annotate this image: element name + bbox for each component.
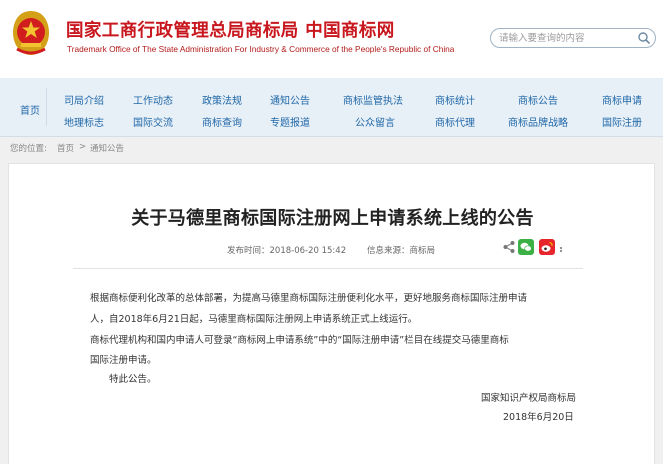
- article-date: 2018年6月20日: [503, 412, 574, 423]
- nav-item-policies[interactable]: 政策法规: [202, 92, 242, 107]
- article-title: 关于马德里商标国际注册网上申请系统上线的公告: [131, 208, 534, 229]
- article-paragraph: 根据商标便利化改革的总体部署，为提高马德里商标国际注册便利化水平，更好地服务商标…: [90, 293, 528, 304]
- info-source: 信息来源：商标局: [367, 246, 436, 256]
- nav-item-intl-registration[interactable]: 国际注册: [602, 114, 642, 129]
- share-icon[interactable]: [501, 239, 517, 255]
- breadcrumb-home-link[interactable]: 首页: [57, 142, 74, 154]
- breadcrumb-label: 您的位置:: [10, 144, 47, 154]
- site-subtitle: Trademark Office of The State Administra…: [67, 44, 455, 54]
- article-paragraph: 国际注册申请。: [90, 355, 157, 366]
- search-input[interactable]: [499, 30, 624, 46]
- main-nav: 首页 司局介绍 工作动态 政策法规 通知公告 商标监管执法 商标统计 商标公告 …: [0, 78, 663, 137]
- nav-item-international[interactable]: 国际交流: [133, 114, 173, 129]
- wechat-icon[interactable]: [518, 239, 534, 255]
- search-icon[interactable]: [637, 31, 651, 45]
- nav-item-application[interactable]: 商标申请: [602, 92, 642, 107]
- nav-item-special-reports[interactable]: 专题报道: [270, 114, 310, 129]
- article-signature: 国家知识产权局商标局: [481, 393, 577, 404]
- article-paragraph: 特此公告。: [109, 374, 157, 385]
- search-box: [490, 28, 656, 48]
- site-title: 国家工商行政管理总局商标局 中国商标网: [66, 21, 395, 41]
- nav-item-public-messages[interactable]: 公众留言: [355, 114, 395, 129]
- nav-item-enforcement[interactable]: 商标监管执法: [343, 92, 403, 107]
- breadcrumb: 您的位置: 首页 > 通知公告: [0, 137, 663, 157]
- nav-divider: [46, 88, 47, 126]
- site-header: 国家工商行政管理总局商标局 中国商标网 Trademark Office of …: [0, 0, 663, 78]
- nav-home[interactable]: 首页: [20, 102, 40, 117]
- nav-item-statistics[interactable]: 商标统计: [435, 92, 475, 107]
- nav-item-geo-marks[interactable]: 地理标志: [64, 114, 104, 129]
- weibo-icon[interactable]: [539, 239, 555, 255]
- more-share-icon[interactable]: [556, 239, 566, 255]
- nav-item-brand-strategy[interactable]: 商标品牌战略: [508, 114, 568, 129]
- nav-item-notices[interactable]: 通知公告: [270, 92, 310, 107]
- nav-item-agencies[interactable]: 商标代理: [435, 114, 475, 129]
- nav-item-announcements[interactable]: 商标公告: [518, 92, 558, 107]
- national-emblem-icon: [13, 11, 49, 55]
- article-paragraph: 人，自2018年6月21日起，马德里商标国际注册网上申请系统正式上线运行。: [90, 314, 418, 325]
- publish-time: 发布时间：2018-06-20 15:42: [227, 246, 347, 256]
- nav-item-bureau-intro[interactable]: 司局介绍: [64, 92, 104, 107]
- article-divider: [73, 268, 583, 269]
- article-paragraph: 商标代理机构和国内申请人可登录“商标网上申请系统”中的“国际注册申请”栏目在线提…: [90, 335, 509, 346]
- breadcrumb-current[interactable]: 通知公告: [90, 142, 124, 154]
- nav-item-search[interactable]: 商标查询: [202, 114, 242, 129]
- article-panel: 关于马德里商标国际注册网上申请系统上线的公告 发布时间：2018-06-20 1…: [8, 163, 655, 464]
- breadcrumb-separator: >: [79, 142, 87, 152]
- nav-item-work-news[interactable]: 工作动态: [133, 92, 173, 107]
